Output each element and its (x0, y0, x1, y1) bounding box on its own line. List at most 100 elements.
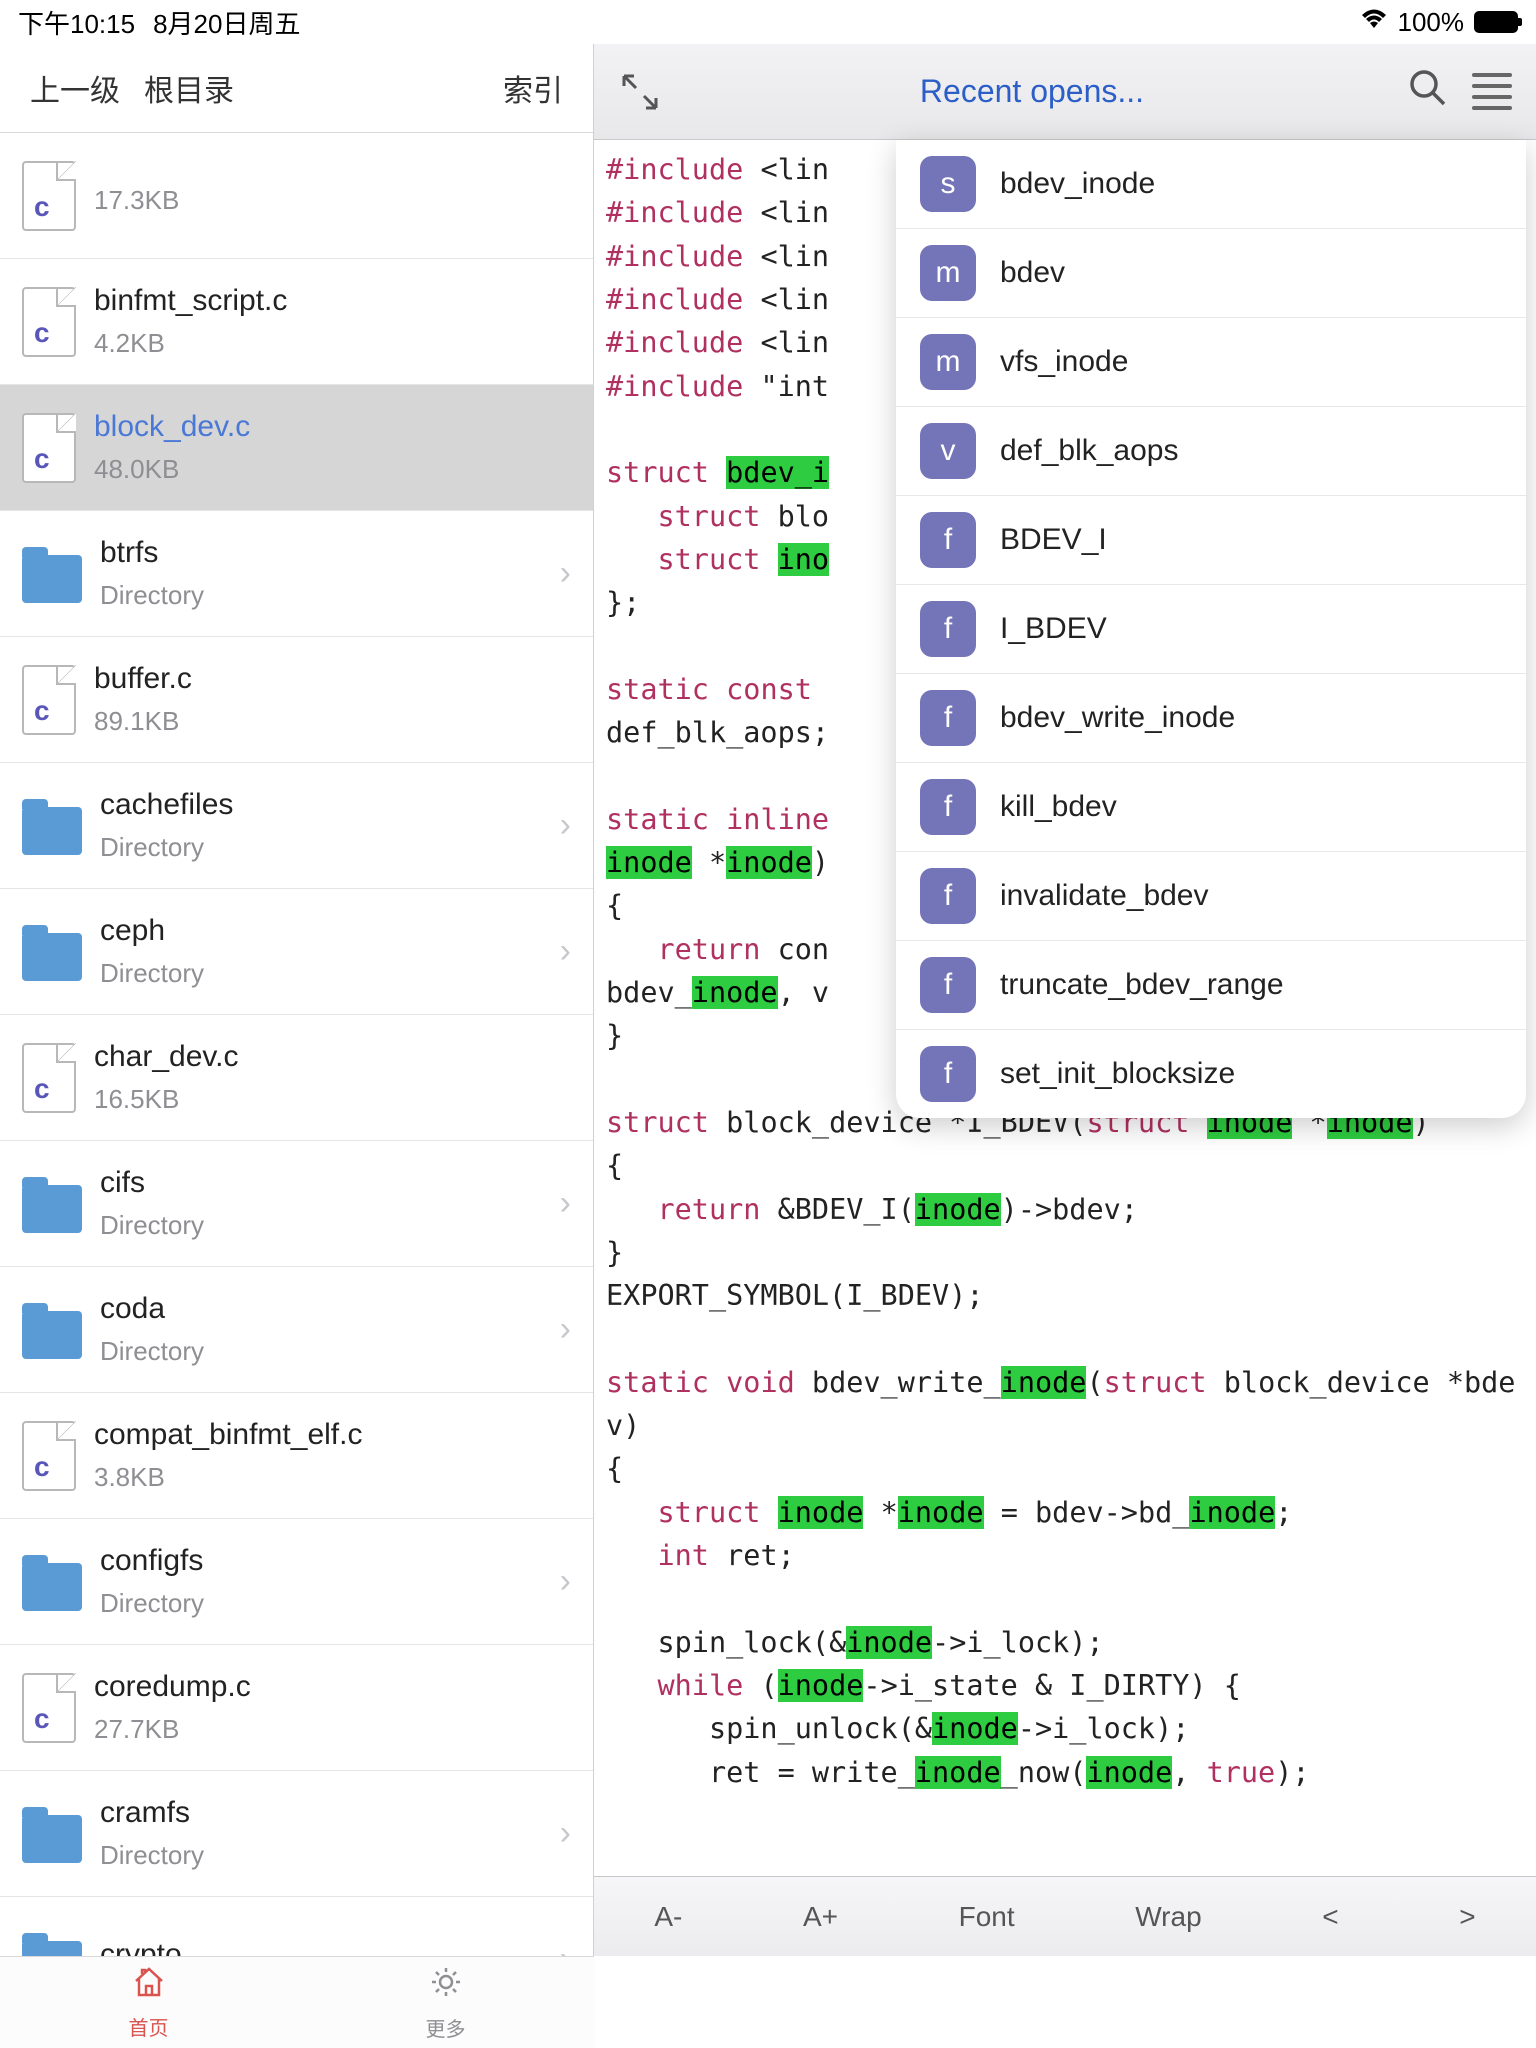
dropdown-item[interactable]: fkill_bdev (896, 763, 1526, 852)
symbol-kind-badge: m (920, 334, 976, 390)
symbol-kind-badge: m (920, 245, 976, 301)
code-toolbar: A- A+ Font Wrap < > (594, 1876, 1536, 1956)
file-name: binfmt_script.c (94, 284, 571, 318)
file-name: buffer.c (94, 662, 571, 696)
folder-icon (22, 807, 82, 855)
symbol-kind-badge: f (920, 957, 976, 1013)
font-decrease[interactable]: A- (654, 1901, 682, 1933)
c-file-icon (22, 287, 76, 357)
file-item[interactable]: coredump.c27.7KB (0, 1645, 593, 1771)
file-item[interactable]: codaDirectory› (0, 1267, 593, 1393)
file-meta: Directory (100, 1210, 542, 1241)
file-item[interactable]: cachefilesDirectory› (0, 763, 593, 889)
status-date: 8月20日周五 (153, 4, 300, 41)
file-item[interactable]: char_dev.c 16.5KB (0, 1015, 593, 1141)
file-meta: 16.5KB (94, 1084, 571, 1115)
folder-icon (22, 1311, 82, 1359)
nav-index[interactable]: 索引 (503, 66, 563, 110)
file-item[interactable]: buffer.c89.1KB (0, 637, 593, 763)
file-name: cifs (100, 1166, 542, 1200)
file-item[interactable]: binfmt_script.c4.2KB (0, 259, 593, 385)
c-file-icon (22, 1421, 76, 1491)
battery-pct: 100% (1398, 7, 1465, 38)
file-item[interactable]: configfsDirectory› (0, 1519, 593, 1645)
font-button[interactable]: Font (959, 1901, 1015, 1933)
prev-button[interactable]: < (1322, 1901, 1338, 1933)
tab-more-label: 更多 (426, 2013, 466, 2042)
gear-icon (428, 1964, 464, 2009)
tab-more[interactable]: 更多 (297, 1957, 594, 2048)
folder-icon (22, 1563, 82, 1611)
symbol-label: def_blk_aops (1000, 434, 1178, 468)
dropdown-item[interactable]: finvalidate_bdev (896, 852, 1526, 941)
file-item[interactable]: cramfs Directory › (0, 1771, 593, 1897)
search-icon[interactable] (1402, 67, 1452, 117)
file-item[interactable]: cephDirectory› (0, 889, 593, 1015)
file-name: coredump.c (94, 1670, 571, 1704)
dropdown-item[interactable]: vdef_blk_aops (896, 407, 1526, 496)
folder-icon (22, 555, 82, 603)
c-file-icon (22, 665, 76, 735)
content-pane: Recent opens... #include <lin #include <… (594, 44, 1536, 1956)
symbol-kind-badge: s (920, 156, 976, 212)
symbol-label: truncate_bdev_range (1000, 968, 1284, 1002)
battery-icon (1474, 11, 1518, 33)
file-list: 17.3KBbinfmt_script.c4.2KBblock_dev.c48.… (0, 133, 593, 1956)
chevron-right-icon: › (560, 1310, 571, 1349)
file-name: crypto (100, 1938, 542, 1957)
chevron-right-icon: › (560, 1814, 571, 1853)
folder-icon (22, 933, 82, 981)
dropdown-item[interactable]: m vfs_inode (896, 318, 1526, 407)
folder-icon (22, 1185, 82, 1233)
file-name: ceph (100, 914, 542, 948)
status-bar: 下午10:15 8月20日周五 100% (0, 0, 1536, 44)
dropdown-item[interactable]: fI_BDEV (896, 585, 1526, 674)
c-file-icon (22, 413, 76, 483)
c-file-icon (22, 1043, 76, 1113)
dropdown-item[interactable]: f set_init_blocksize (896, 1030, 1526, 1118)
status-time: 下午10:15 (18, 4, 135, 41)
file-meta: Directory (100, 1336, 542, 1367)
file-item[interactable]: cifsDirectory› (0, 1141, 593, 1267)
file-item[interactable]: crypto› (0, 1897, 593, 1956)
tab-home-label: 首页 (129, 2012, 169, 2041)
dropdown-item[interactable]: f truncate_bdev_range (896, 941, 1526, 1030)
dropdown-item[interactable]: fbdev_write_inode (896, 674, 1526, 763)
file-item[interactable]: 17.3KB (0, 133, 593, 259)
symbol-label: I_BDEV (1000, 612, 1107, 646)
dropdown-item[interactable]: sbdev_inode (896, 140, 1526, 229)
file-name: char_dev.c (94, 1040, 571, 1074)
file-meta: Directory (100, 1840, 542, 1871)
symbol-kind-badge: f (920, 1046, 976, 1102)
recent-opens[interactable]: Recent opens... (682, 73, 1382, 110)
sidebar-header: 上一级 根目录 索引 (0, 44, 593, 133)
file-name: btrfs (100, 536, 542, 570)
file-item[interactable]: block_dev.c48.0KB (0, 385, 593, 511)
folder-icon (22, 1815, 82, 1863)
file-name: cramfs (100, 1796, 542, 1830)
content-header: Recent opens... (594, 44, 1536, 140)
chevron-right-icon: › (560, 932, 571, 971)
chevron-right-icon: › (560, 806, 571, 845)
expand-icon[interactable] (618, 70, 662, 114)
tab-home[interactable]: 首页 (0, 1957, 297, 2048)
font-increase[interactable]: A+ (803, 1901, 838, 1933)
nav-back[interactable]: 上一级 (30, 66, 120, 110)
file-item[interactable]: compat_binfmt_elf.c3.8KB (0, 1393, 593, 1519)
nav-root[interactable]: 根目录 (144, 66, 234, 110)
file-meta: 48.0KB (94, 454, 571, 485)
symbol-kind-badge: f (920, 512, 976, 568)
file-meta: Directory (100, 1588, 542, 1619)
next-button[interactable]: > (1459, 1901, 1475, 1933)
home-icon (131, 1965, 167, 2008)
wrap-button[interactable]: Wrap (1135, 1901, 1201, 1933)
chevron-right-icon: › (560, 1562, 571, 1601)
symbol-label: kill_bdev (1000, 790, 1117, 824)
dropdown-item[interactable]: fBDEV_I (896, 496, 1526, 585)
symbol-label: set_init_blocksize (1000, 1057, 1235, 1091)
menu-icon[interactable] (1472, 73, 1512, 110)
folder-icon (22, 1941, 82, 1957)
file-item[interactable]: btrfsDirectory› (0, 511, 593, 637)
symbol-label: vfs_inode (1000, 345, 1128, 379)
dropdown-item[interactable]: mbdev (896, 229, 1526, 318)
